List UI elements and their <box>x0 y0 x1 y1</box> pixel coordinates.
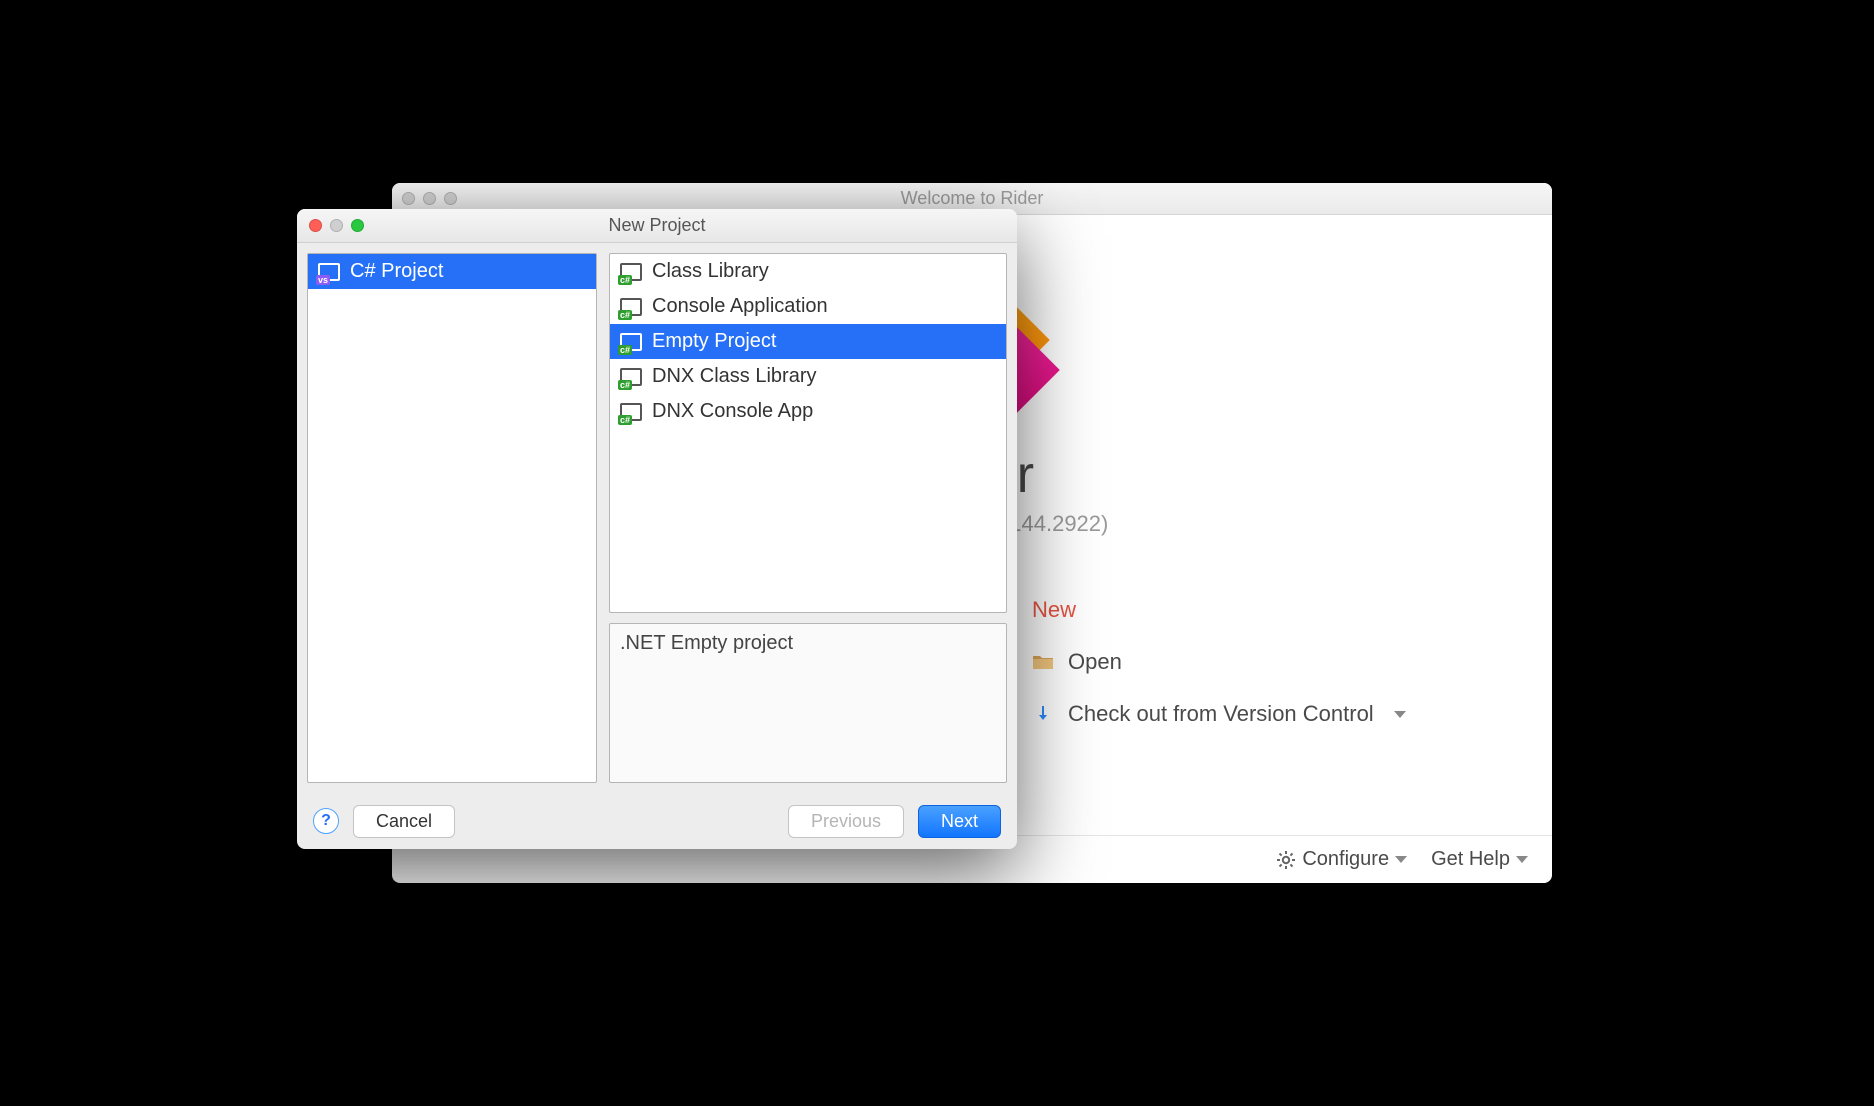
template-item[interactable]: DNX Class Library <box>610 359 1006 394</box>
action-open-label: Open <box>1068 649 1122 675</box>
template-item[interactable]: Class Library <box>610 254 1006 289</box>
help-button[interactable]: ? <box>313 808 339 834</box>
configure-label: Configure <box>1302 848 1389 871</box>
previous-button[interactable]: Previous <box>788 805 904 838</box>
csharp-project-icon <box>620 403 642 421</box>
folder-icon <box>1032 651 1054 673</box>
next-button[interactable]: Next <box>918 805 1001 838</box>
action-checkout[interactable]: Check out from Version Control <box>1032 701 1406 727</box>
chevron-down-icon <box>1394 711 1406 718</box>
template-label: Empty Project <box>652 330 776 353</box>
template-description: .NET Empty project <box>609 623 1007 783</box>
action-checkout-label: Check out from Version Control <box>1068 701 1374 727</box>
welcome-title: Welcome to Rider <box>392 188 1552 209</box>
csharp-project-icon <box>620 263 642 281</box>
chevron-down-icon <box>1516 856 1528 863</box>
template-label: DNX Class Library <box>652 365 816 388</box>
template-label: Console Application <box>652 295 828 318</box>
csharp-project-icon <box>620 368 642 386</box>
dialog-titlebar: New Project <box>297 209 1017 243</box>
welcome-actions: New Open Check out from Version Control <box>1032 597 1406 727</box>
csharp-project-icon <box>620 333 642 351</box>
template-item[interactable]: DNX Console App <box>610 394 1006 429</box>
configure-menu[interactable]: Configure <box>1276 848 1407 871</box>
template-label: DNX Console App <box>652 400 813 423</box>
chevron-down-icon <box>1395 856 1407 863</box>
new-project-dialog: New Project C# Project Class Library Cons… <box>297 209 1017 849</box>
dialog-title: New Project <box>297 215 1017 236</box>
action-open[interactable]: Open <box>1032 649 1406 675</box>
category-label: C# Project <box>350 260 443 283</box>
get-help-menu[interactable]: Get Help <box>1431 848 1528 871</box>
action-new-label: New <box>1032 597 1076 623</box>
template-list[interactable]: Class Library Console Application Empty Pr… <box>609 253 1007 613</box>
category-list[interactable]: C# Project <box>307 253 597 783</box>
get-help-label: Get Help <box>1431 848 1510 871</box>
template-item[interactable]: Empty Project <box>610 324 1006 359</box>
template-column: Class Library Console Application Empty Pr… <box>609 253 1007 783</box>
category-csharp[interactable]: C# Project <box>308 254 596 289</box>
download-arrow-icon <box>1032 703 1054 725</box>
template-label: Class Library <box>652 260 769 283</box>
cancel-button[interactable]: Cancel <box>353 805 455 838</box>
dialog-footer: ? Cancel Previous Next <box>297 793 1017 849</box>
vs-project-icon <box>318 263 340 281</box>
action-new[interactable]: New <box>1032 597 1406 623</box>
template-item[interactable]: Console Application <box>610 289 1006 324</box>
csharp-project-icon <box>620 298 642 316</box>
dialog-body: C# Project Class Library Console Applicat… <box>297 243 1017 793</box>
gear-icon <box>1276 850 1296 870</box>
